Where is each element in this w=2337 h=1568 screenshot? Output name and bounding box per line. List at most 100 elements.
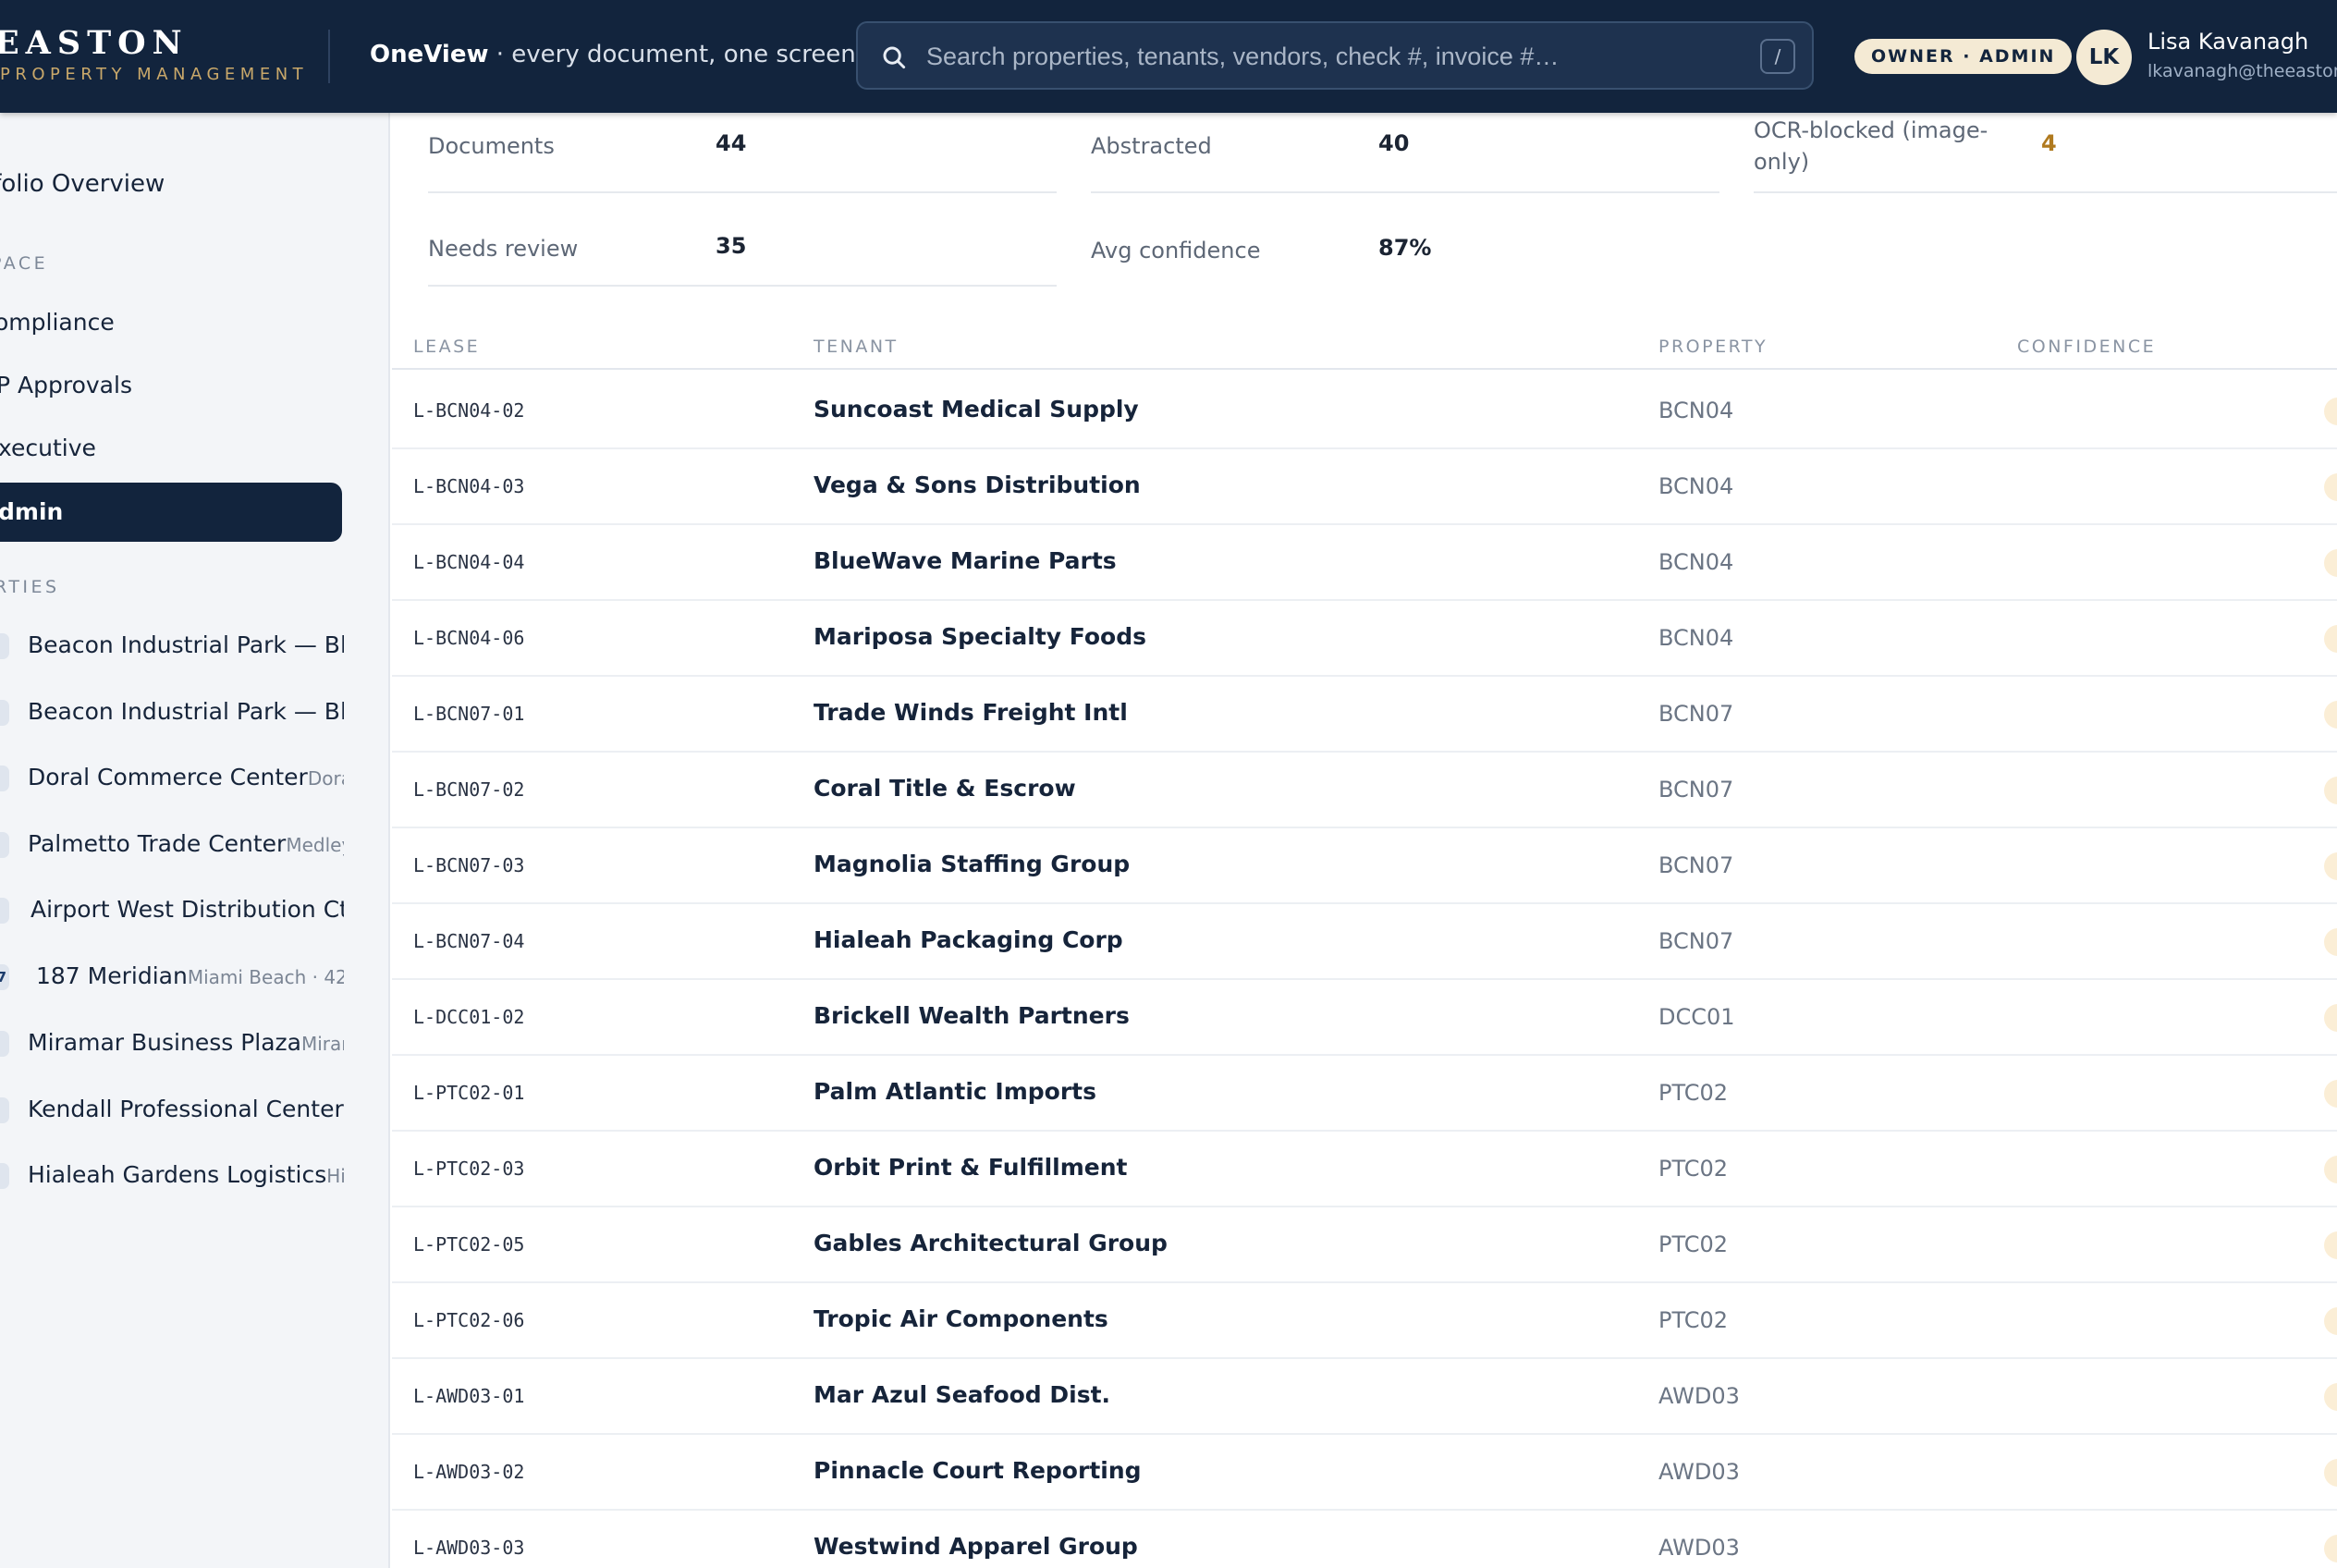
property-code: PTC02 (1658, 1231, 1729, 1257)
tenant-name[interactable]: Brickell Wealth Partners (814, 1002, 1130, 1029)
lease-id[interactable]: L-AWD03-03 (413, 1537, 524, 1559)
tenant-name[interactable]: Mar Azul Seafood Dist. (814, 1381, 1110, 1408)
global-search[interactable]: / (856, 21, 1814, 90)
sidebar-item-portfolio-overview[interactable]: tfolio Overview (0, 170, 165, 198)
lease-id[interactable]: L-AWD03-02 (413, 1461, 524, 1483)
lease-id[interactable]: L-BCN04-04 (413, 551, 524, 573)
property-badge (0, 1097, 9, 1123)
sidebar-property[interactable]: Miramar Business PlazaMirama (0, 1025, 344, 1062)
table-row[interactable]: L-AWD03-01 Mar Azul Seafood Dist. AWD03 (392, 1359, 2337, 1435)
tenant-name[interactable]: Vega & Sons Distribution (814, 472, 1141, 498)
table-row[interactable]: L-BCN04-06 Mariposa Specialty Foods BCN04 (392, 601, 2337, 677)
table-row[interactable]: L-BCN04-02 Suncoast Medical Supply BCN04 (392, 374, 2337, 449)
table-row[interactable]: L-PTC02-06 Tropic Air Components PTC02 (392, 1283, 2337, 1359)
role-badge: OWNER · ADMIN (1854, 39, 2073, 74)
table-row[interactable]: L-DCC01-02 Brickell Wealth Partners DCC01 (392, 980, 2337, 1056)
sidebar-property[interactable]: Doral Commerce CenterDoral · (0, 760, 344, 797)
property-badge (0, 766, 9, 791)
table-row[interactable]: L-PTC02-01 Palm Atlantic Imports PTC02 (392, 1056, 2337, 1132)
tenant-name[interactable]: Orbit Print & Fulfillment (814, 1154, 1128, 1181)
confidence-pill (2324, 473, 2337, 501)
property-label: Hialeah Gardens LogisticsHiale (28, 1161, 344, 1188)
property-code: BCN04 (1658, 473, 1734, 499)
sidebar-property[interactable]: Hialeah Gardens LogisticsHiale (0, 1158, 344, 1194)
table-row[interactable]: L-AWD03-03 Westwind Apparel Group AWD03 (392, 1511, 2337, 1568)
column-header-tenant[interactable]: TENANT (814, 337, 899, 357)
property-meta: Mirama (300, 1033, 344, 1055)
search-input[interactable] (926, 36, 1740, 77)
stat-value: 35 (716, 233, 747, 259)
column-header-lease[interactable]: LEASE (413, 337, 480, 357)
confidence-pill (2324, 1004, 2337, 1032)
tenant-name[interactable]: Tropic Air Components (814, 1305, 1108, 1332)
search-shortcut-key: / (1760, 39, 1795, 74)
avatar[interactable]: LK (2076, 30, 2132, 85)
sidebar-property[interactable]: Kendall Professional CenterMi (0, 1092, 344, 1129)
user-name[interactable]: Lisa Kavanagh (2147, 29, 2308, 55)
tenant-name[interactable]: Mariposa Specialty Foods (814, 623, 1146, 650)
lease-id[interactable]: L-PTC02-03 (413, 1158, 524, 1180)
table-row[interactable]: L-BCN04-03 Vega & Sons Distribution BCN04 (392, 449, 2337, 525)
sidebar-item-compliance[interactable]: ompliance (0, 309, 115, 336)
sidebar-item-admin[interactable]: dmin (0, 483, 342, 542)
lease-id[interactable]: L-BCN04-02 (413, 399, 524, 422)
stat-needs-review: Needs review 35 (428, 216, 1057, 287)
table-row[interactable]: L-PTC02-05 Gables Architectural Group PTC0… (392, 1207, 2337, 1283)
property-meta: Miami Beach · 42k S (187, 966, 344, 988)
table-row[interactable]: L-BCN07-04 Hialeah Packaging Corp BCN07 (392, 904, 2337, 980)
property-code: BCN04 (1658, 398, 1734, 423)
sidebar-item-executive[interactable]: xecutive (0, 435, 96, 461)
tenant-name[interactable]: Suncoast Medical Supply (814, 396, 1139, 423)
table-row[interactable]: L-BCN07-02 Coral Title & Escrow BCN07 (392, 753, 2337, 828)
property-meta: Hiale (326, 1165, 344, 1187)
table-row[interactable]: L-PTC02-03 Orbit Print & Fulfillment PTC02 (392, 1132, 2337, 1207)
lease-id[interactable]: L-BCN04-06 (413, 627, 524, 649)
tenant-name[interactable]: Palm Atlantic Imports (814, 1078, 1096, 1105)
tenant-name[interactable]: Pinnacle Court Reporting (814, 1457, 1142, 1484)
lease-table-header: LEASE TENANT PROPERTY CONFIDENCE (392, 322, 2337, 370)
tenant-name[interactable]: Westwind Apparel Group (814, 1533, 1138, 1560)
sidebar-property[interactable]: Beacon Industrial Park — Bldg (0, 694, 344, 731)
table-row[interactable]: L-BCN07-01 Trade Winds Freight Intl BCN07 (392, 677, 2337, 753)
tenant-name[interactable]: Magnolia Staffing Group (814, 851, 1130, 877)
property-code: BCN07 (1658, 852, 1734, 878)
property-badge (0, 1031, 9, 1057)
lease-id[interactable]: L-PTC02-05 (413, 1233, 524, 1256)
sidebar-item-ap-approvals[interactable]: P Approvals (0, 372, 132, 398)
tenant-name[interactable]: Trade Winds Freight Intl (814, 699, 1128, 726)
stat-value: 40 (1378, 130, 1410, 156)
lease-id[interactable]: L-BCN04-03 (413, 475, 524, 497)
lease-id[interactable]: L-BCN07-03 (413, 854, 524, 876)
sidebar-property[interactable]: Beacon Industrial Park — Bldg (0, 628, 344, 665)
lease-id[interactable]: L-BCN07-02 (413, 778, 524, 801)
sidebar-property[interactable]: Palmetto Trade CenterMedley · (0, 827, 344, 864)
sidebar-property[interactable]: Airport West Distribution Ctrl (0, 892, 344, 929)
property-badge (0, 633, 9, 659)
lease-id[interactable]: L-PTC02-06 (413, 1309, 524, 1331)
confidence-pill (2324, 1383, 2337, 1411)
property-name: Airport West Distribution Ctrl (31, 896, 344, 923)
confidence-pill (2324, 398, 2337, 425)
property-code: AWD03 (1658, 1383, 1740, 1409)
property-badge: 7 (0, 964, 9, 990)
table-row[interactable]: L-AWD03-02 Pinnacle Court Reporting AWD03 (392, 1435, 2337, 1511)
table-row[interactable]: L-BCN04-04 BlueWave Marine Parts BCN04 (392, 525, 2337, 601)
property-badge (0, 1163, 9, 1189)
lease-id[interactable]: L-AWD03-01 (413, 1385, 524, 1407)
lease-id[interactable]: L-PTC02-01 (413, 1082, 524, 1104)
confidence-pill (2324, 1307, 2337, 1335)
tenant-name[interactable]: BlueWave Marine Parts (814, 547, 1117, 574)
lease-id[interactable]: L-BCN07-04 (413, 930, 524, 952)
table-row[interactable]: L-BCN07-03 Magnolia Staffing Group BCN07 (392, 828, 2337, 904)
lease-id[interactable]: L-BCN07-01 (413, 703, 524, 725)
column-header-property[interactable]: PROPERTY (1658, 337, 1768, 357)
lease-id[interactable]: L-DCC01-02 (413, 1006, 524, 1028)
brand-logo[interactable]: EASTON PROPERTY MANAGEMENT (0, 24, 303, 85)
brand-name: EASTON (0, 24, 189, 62)
sidebar-property[interactable]: 7 187 MeridianMiami Beach · 42k S (0, 959, 344, 996)
column-header-confidence[interactable]: CONFIDENCE (2017, 337, 2156, 357)
property-code: DCC01 (1658, 1004, 1735, 1030)
tenant-name[interactable]: Hialeah Packaging Corp (814, 926, 1123, 953)
tenant-name[interactable]: Coral Title & Escrow (814, 775, 1076, 802)
tenant-name[interactable]: Gables Architectural Group (814, 1230, 1168, 1256)
